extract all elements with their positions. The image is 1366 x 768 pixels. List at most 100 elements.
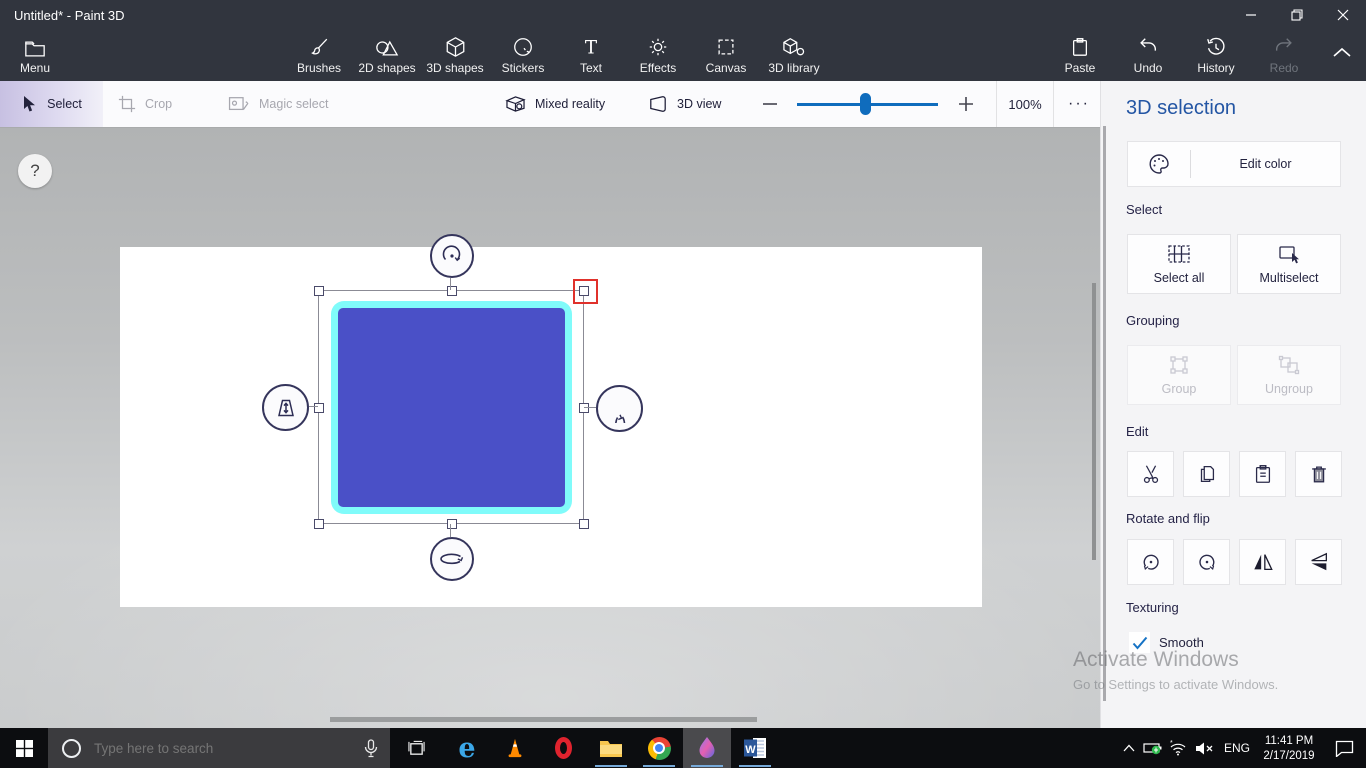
rotate-y-handle[interactable]	[430, 537, 474, 581]
app-chrome: Untitled* - Paint 3D Menu Brushes	[0, 0, 1366, 81]
resize-handle-middle-left[interactable]	[314, 403, 324, 413]
redo-icon	[1273, 37, 1295, 58]
undo-button[interactable]: Undo	[1114, 32, 1182, 80]
language-indicator[interactable]: ENG	[1218, 728, 1256, 768]
more-options-button[interactable]: ···	[1058, 81, 1100, 127]
taskbar-word-icon[interactable]: W	[731, 728, 779, 768]
select-all-button[interactable]: Select all	[1127, 234, 1231, 294]
close-button[interactable]	[1320, 0, 1366, 30]
rotate-right-button[interactable]	[1183, 539, 1230, 585]
search-input[interactable]	[94, 741, 324, 756]
ungroup-button[interactable]: Ungroup	[1237, 345, 1341, 405]
tray-overflow-chevron-icon[interactable]	[1118, 728, 1140, 768]
zoom-level-value[interactable]: 100%	[996, 81, 1054, 127]
delete-button[interactable]	[1295, 451, 1342, 497]
taskbar-vlc-icon[interactable]	[491, 728, 539, 768]
menu-label: Menu	[20, 61, 50, 75]
menu-button[interactable]: Menu	[8, 32, 62, 80]
workspace: ?	[0, 128, 1100, 728]
task-view-button[interactable]	[392, 728, 440, 768]
flip-horizontal-button[interactable]	[1239, 539, 1286, 585]
magic-select-icon	[228, 95, 250, 113]
palette-icon	[1128, 152, 1190, 176]
3d-library-button[interactable]: 3D library	[760, 32, 828, 80]
effects-label: Effects	[640, 61, 676, 75]
resize-handle-top-left[interactable]	[314, 286, 324, 296]
resize-handle-bottom-right[interactable]	[579, 519, 589, 529]
effects-icon	[647, 37, 669, 58]
paste-button[interactable]: Paste	[1046, 32, 1114, 80]
collapse-ribbon-chevron-icon[interactable]	[1330, 45, 1354, 59]
resize-handle-bottom-left[interactable]	[314, 519, 324, 529]
resize-handle-middle-right[interactable]	[579, 403, 589, 413]
microphone-icon[interactable]	[364, 739, 378, 758]
taskbar-edge-icon[interactable]: e	[443, 728, 491, 768]
taskbar-chrome-icon[interactable]	[635, 728, 683, 768]
mixed-reality-button[interactable]: Mixed reality	[505, 81, 605, 127]
canvas-button[interactable]: Canvas	[692, 32, 760, 80]
vertical-scrollbar[interactable]	[1092, 283, 1096, 560]
volume-muted-icon[interactable]	[1190, 728, 1218, 768]
action-center-icon	[1335, 740, 1354, 757]
minimize-button[interactable]	[1228, 0, 1274, 30]
rotate-left-button[interactable]	[1127, 539, 1174, 585]
vlc-cone-icon	[504, 737, 526, 759]
tool-options-ribbon: Select Crop Magic select Mixed reality 3…	[0, 81, 1100, 128]
cut-button[interactable]	[1127, 451, 1174, 497]
taskbar-opera-icon[interactable]	[539, 728, 587, 768]
running-indicator	[595, 765, 627, 767]
word-logo-icon: W	[743, 737, 767, 759]
wifi-icon[interactable]: *	[1166, 728, 1190, 768]
multiselect-icon	[1277, 244, 1301, 264]
battery-charging-icon[interactable]	[1140, 728, 1166, 768]
copy-button[interactable]	[1183, 451, 1230, 497]
taskbar-paint3d-icon[interactable]	[683, 728, 731, 768]
svg-text:T: T	[585, 37, 598, 58]
start-button[interactable]	[0, 728, 48, 768]
redo-button[interactable]: Redo	[1250, 32, 1318, 80]
taskbar-explorer-icon[interactable]	[587, 728, 635, 768]
restore-button[interactable]	[1274, 0, 1320, 30]
effects-button[interactable]: Effects	[624, 32, 692, 80]
paste-panel-button[interactable]	[1239, 451, 1286, 497]
stickers-button[interactable]: Stickers	[489, 32, 557, 80]
watermark-line1: Activate Windows	[1073, 648, 1278, 672]
history-button[interactable]: History	[1182, 32, 1250, 80]
group-button[interactable]: Group	[1127, 345, 1231, 405]
brushes-button[interactable]: Brushes	[285, 32, 353, 80]
crop-icon	[118, 95, 136, 113]
rotate-z-handle[interactable]	[430, 234, 474, 278]
clipboard-icon	[1252, 463, 1274, 485]
zoom-slider-thumb[interactable]	[860, 93, 871, 115]
resize-handle-top-center[interactable]	[447, 286, 457, 296]
3d-shapes-button[interactable]: 3D shapes	[421, 32, 489, 80]
resize-handle-bottom-center[interactable]	[447, 519, 457, 529]
text-icon: T	[580, 37, 602, 58]
help-button[interactable]: ?	[18, 154, 52, 188]
running-indicator	[643, 765, 675, 767]
flip-vertical-button[interactable]	[1295, 539, 1342, 585]
horizontal-scrollbar[interactable]	[330, 717, 757, 722]
3d-view-button[interactable]: 3D view	[648, 81, 721, 127]
text-button[interactable]: T Text	[557, 32, 625, 80]
titlebar: Untitled* - Paint 3D	[0, 0, 1366, 30]
panel-scrollbar[interactable]	[1103, 126, 1106, 701]
rotate-x-handle[interactable]	[596, 385, 643, 432]
zoom-in-button[interactable]	[952, 81, 980, 127]
taskbar-search-box[interactable]	[48, 728, 390, 768]
select-tool-button[interactable]: Select	[0, 81, 103, 127]
multiselect-button[interactable]: Multiselect	[1237, 234, 1341, 294]
connector-right	[584, 407, 596, 408]
zoom-out-button[interactable]	[756, 81, 784, 127]
crop-tool-button[interactable]: Crop	[118, 81, 172, 127]
magic-select-button[interactable]: Magic select	[228, 81, 328, 127]
history-icon	[1205, 37, 1227, 58]
depth-handle[interactable]	[262, 384, 309, 431]
2d-shapes-button[interactable]: 2D shapes	[353, 32, 421, 80]
zoom-slider[interactable]	[797, 81, 938, 127]
action-center-button[interactable]	[1322, 728, 1366, 768]
edit-color-button[interactable]: Edit color	[1127, 141, 1341, 187]
taskbar-clock[interactable]: 11:41 PM 2/17/2019	[1256, 728, 1322, 768]
tray-date: 2/17/2019	[1263, 749, 1314, 763]
3d-library-icon	[782, 37, 806, 58]
